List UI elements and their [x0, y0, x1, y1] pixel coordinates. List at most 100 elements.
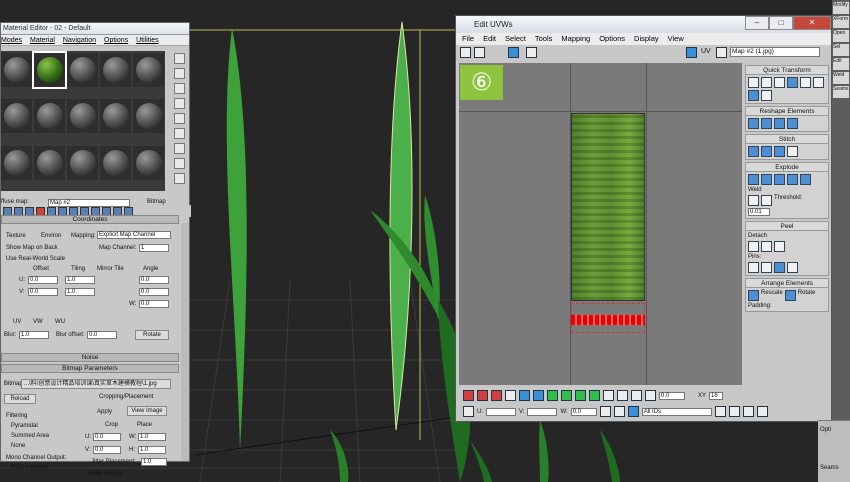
- rotate-checkbox[interactable]: Rotate: [798, 290, 816, 301]
- zoom-region-icon[interactable]: [742, 406, 754, 417]
- ids-dropdown[interactable]: All IDs: [641, 407, 712, 416]
- unpin-icon[interactable]: [774, 262, 785, 273]
- space-icon[interactable]: [761, 90, 772, 101]
- crop-w-field[interactable]: 1.0: [138, 433, 166, 441]
- rgb-intensity-radio[interactable]: RGB Intensity: [11, 465, 48, 471]
- material-slot[interactable]: [1, 145, 32, 180]
- rotate-button[interactable]: Rotate: [135, 330, 169, 340]
- selection-value-field[interactable]: 0.0: [659, 391, 685, 400]
- material-slot-selected[interactable]: [32, 51, 67, 89]
- show-map-on-back-checkbox[interactable]: Show Map on Back: [6, 245, 58, 251]
- crop-h-field[interactable]: 1.0: [138, 446, 166, 454]
- reshape-elements-header[interactable]: Reshape Elements: [745, 106, 829, 116]
- angle-u-field[interactable]: 0.0: [139, 276, 169, 284]
- material-slot[interactable]: [1, 53, 32, 87]
- menu-options[interactable]: Options: [104, 35, 128, 45]
- rescale-checkbox[interactable]: Rescale: [761, 290, 783, 301]
- jitter-placement-checkbox[interactable]: Jitter Placement:: [91, 459, 136, 465]
- flatten-icon[interactable]: [787, 118, 798, 129]
- selected-uv-faces[interactable]: [571, 315, 645, 325]
- strip-item[interactable]: XForm: [833, 16, 849, 28]
- uv-radio[interactable]: UV: [13, 319, 21, 325]
- move-icon[interactable]: [460, 47, 471, 58]
- tiling-u-field[interactable]: 1.0: [65, 276, 95, 284]
- material-navigator-icon[interactable]: [173, 173, 185, 184]
- w-coord-field[interactable]: 0.0: [570, 407, 597, 416]
- uv-edit-canvas[interactable]: ⑥: [459, 63, 742, 385]
- straighten-icon[interactable]: [748, 118, 759, 129]
- select-by-id-icon[interactable]: [617, 390, 628, 401]
- blur-field[interactable]: 1.0: [19, 331, 49, 339]
- menu-edit[interactable]: Edit: [483, 33, 496, 45]
- material-slot[interactable]: [67, 99, 98, 134]
- offset-u-field[interactable]: 0.0: [28, 276, 58, 284]
- abs-rel-icon[interactable]: [599, 406, 611, 417]
- edge-mode-icon[interactable]: [477, 390, 488, 401]
- pan-icon[interactable]: [714, 406, 726, 417]
- select-overlapped-icon[interactable]: [645, 390, 656, 401]
- menu-select[interactable]: Select: [505, 33, 526, 45]
- place-radio[interactable]: Place: [137, 422, 152, 428]
- menu-display[interactable]: Display: [634, 33, 659, 45]
- video-check-icon[interactable]: [173, 113, 185, 124]
- strip-item[interactable]: Edit: [833, 58, 849, 70]
- command-panel-label[interactable]: Opti: [820, 427, 831, 433]
- texture-checker-icon[interactable]: [716, 47, 727, 58]
- material-editor-scrollbar[interactable]: [181, 223, 189, 461]
- reload-button[interactable]: Reload: [4, 394, 36, 404]
- quick-transform-header[interactable]: Quick Transform: [745, 65, 829, 75]
- material-slot[interactable]: [100, 145, 131, 180]
- menu-file[interactable]: File: [462, 33, 474, 45]
- material-slot[interactable]: [67, 53, 98, 87]
- wu-radio[interactable]: WU: [55, 319, 65, 325]
- view-image-button[interactable]: View Image: [127, 406, 167, 416]
- ring-select-icon[interactable]: [561, 390, 572, 401]
- select-flipped-icon[interactable]: [631, 390, 642, 401]
- select-by-material-icon[interactable]: [173, 158, 185, 169]
- quick-peel-icon[interactable]: [748, 241, 759, 252]
- stitch-target-icon[interactable]: [748, 146, 759, 157]
- material-slot[interactable]: [100, 53, 131, 87]
- menu-material[interactable]: Material: [30, 35, 55, 45]
- summed-area-radio[interactable]: Summed Area: [11, 433, 49, 439]
- tiling-v-field[interactable]: 1.0: [65, 288, 95, 296]
- rotate-icon[interactable]: [474, 47, 485, 58]
- pack-normalize-icon[interactable]: [748, 290, 759, 301]
- menu-tools[interactable]: Tools: [535, 33, 553, 45]
- flatten-by-polygon-icon[interactable]: [774, 174, 785, 185]
- relax-options-icon[interactable]: [774, 118, 785, 129]
- set-pivot-icon[interactable]: [748, 77, 759, 88]
- blur-offset-field[interactable]: 0.0: [87, 331, 117, 339]
- sample-uv-icon[interactable]: [173, 98, 185, 109]
- bitmap-path-button[interactable]: ...\料\创意设计精品培训课\真实草木建模教程\1.jpg: [21, 379, 171, 389]
- seams-label[interactable]: Seams: [820, 465, 839, 471]
- crop-u-field[interactable]: 0.0: [93, 433, 121, 441]
- stitch-average-icon[interactable]: [761, 146, 772, 157]
- material-slot[interactable]: [67, 145, 98, 180]
- apply-checkbox[interactable]: Apply: [97, 409, 112, 415]
- show-map-icon[interactable]: [686, 47, 697, 58]
- edit-pins-icon[interactable]: [748, 262, 759, 273]
- loop-grow-icon[interactable]: [575, 390, 586, 401]
- material-slot[interactable]: [100, 99, 131, 134]
- crop-radio[interactable]: Crop: [105, 422, 118, 428]
- map-dropdown[interactable]: Map #2 (1.jpg): [730, 47, 820, 57]
- element-mode-icon[interactable]: [505, 390, 516, 401]
- ring-grow-icon[interactable]: [589, 390, 600, 401]
- align-y-icon[interactable]: [774, 77, 785, 88]
- detach-edge-icon[interactable]: [761, 174, 772, 185]
- angle-v-field[interactable]: 0.0: [139, 288, 169, 296]
- stitch-source-icon[interactable]: [774, 146, 785, 157]
- align-vertical-icon[interactable]: [813, 77, 824, 88]
- lock-selection-icon[interactable]: [463, 406, 474, 417]
- none-radio[interactable]: None: [11, 443, 25, 449]
- flatten-by-smoothing-icon[interactable]: [787, 174, 798, 185]
- mirror-icon[interactable]: [526, 47, 537, 58]
- crop-v-field[interactable]: 0.0: [93, 446, 121, 454]
- vw-radio[interactable]: VW: [33, 319, 43, 325]
- zoom-field[interactable]: 16: [709, 391, 724, 400]
- vertex-mode-icon[interactable]: [463, 390, 474, 401]
- strip-item[interactable]: Sel: [833, 44, 849, 56]
- mapping-dropdown[interactable]: Explicit Map Channel: [97, 231, 171, 239]
- real-world-scale-checkbox[interactable]: Use Real-World Scale: [6, 256, 65, 262]
